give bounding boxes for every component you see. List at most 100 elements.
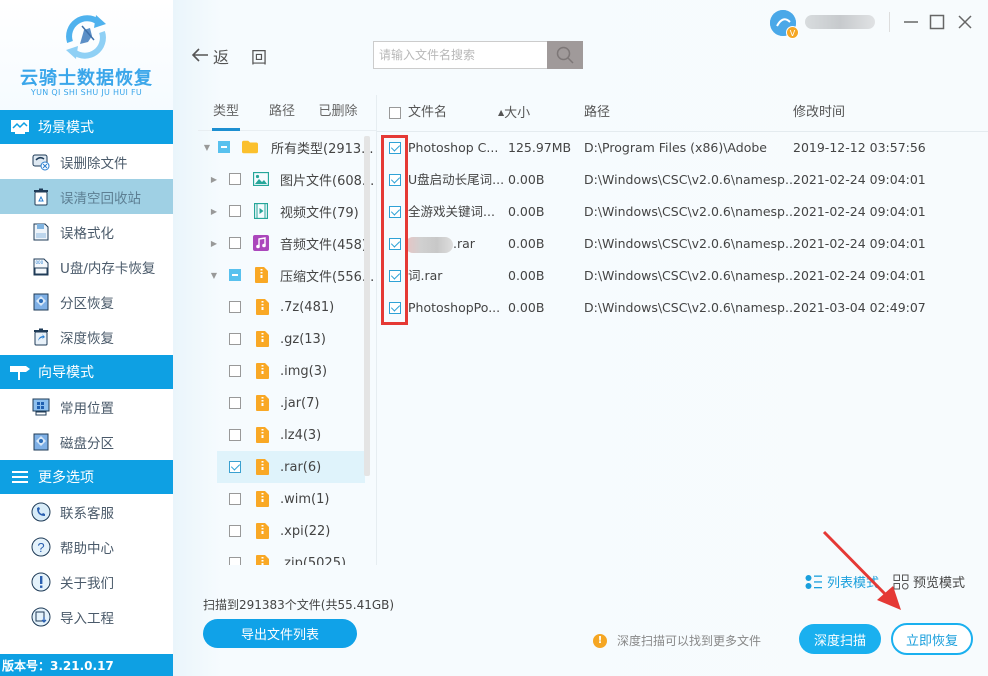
tree-item[interactable]: .xpi(22) [198, 515, 376, 547]
tree-checkbox[interactable] [229, 397, 241, 409]
tree-item[interactable]: .rar(6) [217, 451, 365, 483]
tree-item[interactable]: ▶ 音频文件(458) [198, 227, 376, 259]
sidebar-item-format[interactable]: 误格式化 [0, 214, 173, 249]
file-path-cell: D:\Windows\CSC\v2.0.6\namesp... [584, 204, 797, 219]
table-row[interactable]: U盘启动长尾词... 0.00B D:\Windows\CSC\v2.0.6\nam… [377, 164, 988, 196]
tree-item[interactable]: .img(3) [198, 355, 376, 387]
tree-checkbox[interactable] [229, 173, 241, 185]
app-title: 云骑士数据恢复 [20, 68, 153, 89]
preview-mode-toggle[interactable]: 预览模式 [893, 572, 965, 591]
column-header-path[interactable]: 路径 [584, 95, 610, 131]
partition-icon [31, 292, 51, 312]
file-path-cell: D:\Windows\CSC\v2.0.6\namesp... [584, 300, 797, 315]
file-path-cell: D:\Program Files (x86)\Adobe [584, 140, 767, 155]
tree-item[interactable]: ▼ 压缩文件(556... [198, 259, 376, 291]
tree-checkbox[interactable] [229, 237, 241, 249]
tree-checkbox[interactable] [229, 525, 241, 537]
tree-item[interactable]: .wim(1) [198, 483, 376, 515]
export-file-list-button[interactable]: 导出文件列表 [203, 619, 357, 648]
row-checkbox[interactable] [389, 238, 401, 250]
sidebar-item-recycle-bin[interactable]: 误清空回收站 [0, 179, 173, 214]
row-checkbox[interactable] [389, 174, 401, 186]
file-name-cell: .rar [405, 228, 475, 260]
tree-checkbox[interactable] [229, 269, 241, 281]
trash-restore-icon [31, 327, 51, 347]
sidebar-item-usb-card[interactable]: 000 U盘/内存卡恢复 [0, 249, 173, 284]
row-checkbox[interactable] [389, 142, 401, 154]
sidebar-item-contact-support[interactable]: 联系客服 [0, 494, 173, 529]
sidebar-item-disk-partition[interactable]: 磁盘分区 [0, 424, 173, 459]
select-all-checkbox[interactable] [389, 107, 401, 119]
row-checkbox[interactable] [389, 270, 401, 282]
tree-item[interactable]: ▶ 图片文件(608... [198, 163, 376, 195]
caret-right-icon[interactable]: ▶ [209, 175, 219, 184]
row-checkbox[interactable] [389, 302, 401, 314]
sidebar-item-import-project[interactable]: 导入工程 [0, 599, 173, 634]
sidebar-item-deep-recovery[interactable]: 深度恢复 [0, 319, 173, 354]
caret-right-icon[interactable]: ▶ [209, 239, 219, 248]
tree-item[interactable]: .zip(5025) [198, 547, 376, 565]
tree-item[interactable]: .lz4(3) [198, 419, 376, 451]
app-subtitle: YUN QI SHI SHU JU HUI FU [30, 88, 143, 97]
minimize-button[interactable] [900, 11, 922, 33]
table-row[interactable]: 全游戏关键词... 0.00B D:\Windows\CSC\v2.0.6\name… [377, 196, 988, 228]
tree-checkbox[interactable] [229, 365, 241, 377]
tree-item[interactable]: .gz(13) [198, 323, 376, 355]
tree-item[interactable]: .jar(7) [198, 387, 376, 419]
caret-right-icon[interactable]: ▶ [209, 207, 219, 216]
tree-checkbox[interactable] [229, 205, 241, 217]
sidebar-item-about-us[interactable]: 关于我们 [0, 564, 173, 599]
tree-checkbox[interactable] [229, 333, 241, 345]
tree-checkbox[interactable] [218, 141, 230, 153]
tab-path[interactable]: 路径 [254, 95, 310, 130]
sidebar-item-label: 误删除文件 [60, 155, 128, 172]
caret-down-icon[interactable]: ▼ [209, 271, 219, 280]
column-header-size[interactable]: ▲大小 [498, 95, 530, 131]
modified-time-cell: 2021-02-24 09:04:01 [793, 204, 926, 219]
list-mode-toggle[interactable]: 列表模式 [805, 572, 879, 591]
sidebar-item-label: 帮助中心 [60, 540, 114, 557]
deep-scan-button[interactable]: 深度扫描 [799, 624, 881, 654]
back-button[interactable]: 返 回 [191, 44, 267, 68]
maximize-button[interactable] [926, 11, 948, 33]
recover-now-button[interactable]: 立即恢复 [891, 623, 973, 655]
tree-item[interactable]: ▼ 所有类型(2913... [198, 131, 376, 163]
sidebar-item-help-center[interactable]: ? 帮助中心 [0, 529, 173, 564]
table-row[interactable]: PhotoshopPo... 0.00B D:\Windows\CSC\v2.0.6… [377, 292, 988, 324]
deep-scan-hint: ! 深度扫描可以找到更多文件 [593, 632, 761, 649]
file-size-cell: 0.00B [508, 236, 545, 251]
tree-checkbox[interactable] [229, 429, 241, 441]
vip-badge-icon: V [786, 26, 799, 39]
sidebar-item-label: 磁盘分区 [60, 435, 114, 452]
table-row[interactable]: 词.rar 0.00B D:\Windows\CSC\v2.0.6\namesp..… [377, 260, 988, 292]
column-header-name[interactable]: 文件名 [408, 95, 447, 131]
tree-checkbox[interactable] [229, 461, 241, 473]
sidebar-item-common-locations[interactable]: 常用位置 [0, 389, 173, 424]
tree-checkbox[interactable] [229, 493, 241, 505]
tree-item[interactable]: ▶ 视频文件(79) [198, 195, 376, 227]
monitor-chart-icon [10, 119, 30, 135]
table-row[interactable]: Photoshop C... 125.97MB D:\Program Files (… [377, 132, 988, 164]
sidebar-item-deleted-files[interactable]: 误删除文件 [0, 144, 173, 179]
caret-down-icon[interactable]: ▼ [202, 143, 212, 152]
close-button[interactable] [954, 11, 976, 33]
sidebar-item-partition[interactable]: 分区恢复 [0, 284, 173, 319]
row-checkbox[interactable] [389, 206, 401, 218]
tree-scrollbar[interactable] [364, 136, 370, 476]
sidebar-item-label: 误清空回收站 [60, 190, 141, 207]
file-name-cell: PhotoshopPo... [408, 300, 501, 315]
table-row[interactable]: .rar 0.00B D:\Windows\CSC\v2.0.6\namesp...… [377, 228, 988, 260]
tree-checkbox[interactable] [229, 301, 241, 313]
tree-checkbox[interactable] [229, 557, 241, 565]
sidebar: 云骑士数据恢复 YUN QI SHI SHU JU HUI FU 场景模式 误删… [0, 0, 173, 676]
search-button[interactable] [547, 41, 583, 69]
column-header-modified[interactable]: 修改时间 [793, 95, 845, 131]
file-name-cell: Photoshop C... [408, 140, 499, 155]
search-input[interactable] [374, 42, 547, 68]
tab-type[interactable]: 类型 [198, 95, 254, 131]
user-avatar[interactable]: V [770, 10, 799, 39]
tree-item[interactable]: .7z(481) [198, 291, 376, 323]
section-label: 更多选项 [38, 470, 94, 486]
file-size-cell: 0.00B [508, 300, 545, 315]
tab-deleted[interactable]: 已删除 [310, 95, 366, 130]
